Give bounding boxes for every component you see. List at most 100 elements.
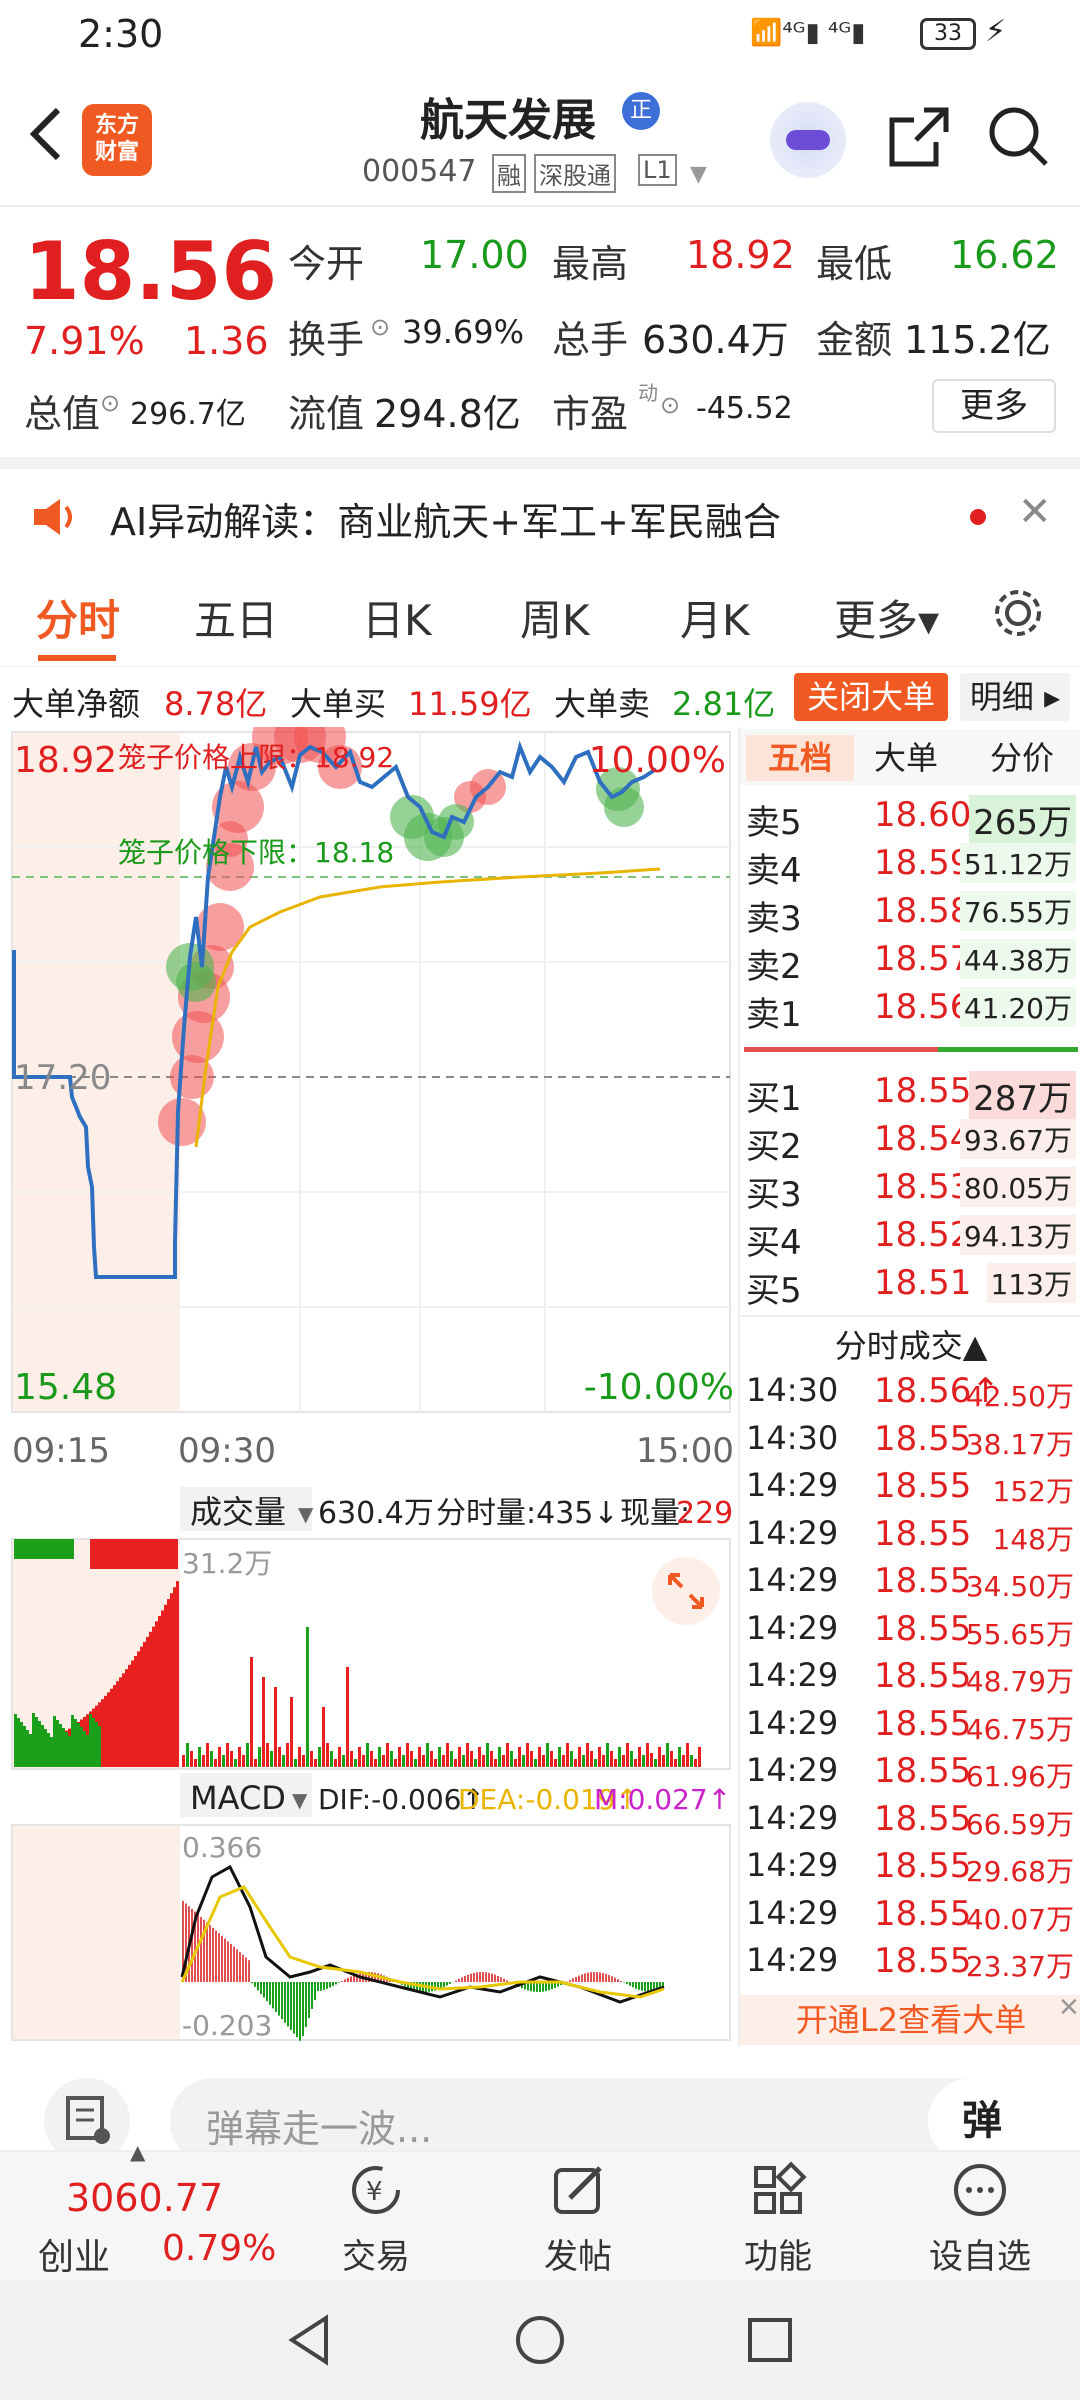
bid-row[interactable]: 买5 18.51 113万	[740, 1261, 1080, 1311]
volume-bar	[494, 1759, 497, 1767]
tag-level[interactable]: L1	[638, 154, 677, 186]
volume-bar	[394, 1759, 397, 1767]
bid-level-volume: 93.67万	[959, 1119, 1076, 1159]
close-icon[interactable]: ✕	[1058, 1993, 1080, 2023]
info-icon[interactable]: ⊙	[370, 313, 390, 341]
volume-bar	[125, 1669, 128, 1767]
bid-level-volume: 113万	[986, 1263, 1076, 1303]
bid-level-volume: 287万	[969, 1071, 1076, 1120]
close-big-order-button[interactable]: 关闭大单	[794, 673, 948, 721]
volume-bar	[518, 1747, 521, 1767]
info-icon[interactable]: ⊙	[100, 389, 120, 417]
tab-five-day[interactable]: 五日	[194, 587, 278, 648]
trade-list[interactable]: 14:30 18.56↑ 42.50万 14:30 18.55 38.17万 14:29 18…	[740, 1371, 1080, 1991]
average-price-line	[194, 867, 661, 1148]
more-button[interactable]: 更多	[932, 379, 1056, 433]
macd-bar	[344, 1979, 346, 1982]
tab-daily[interactable]: 日K	[362, 587, 432, 648]
volume-bar	[358, 1747, 361, 1767]
tab-monthly[interactable]: 月K	[680, 587, 750, 648]
volume-bar	[164, 1604, 167, 1767]
back-icon[interactable]	[22, 104, 72, 164]
ask-row[interactable]: 卖1 18.56 41.20万	[740, 985, 1080, 1035]
big-sell-label: 大单卖	[554, 685, 651, 723]
ask-level-volume: 76.55万	[959, 891, 1076, 931]
chevron-up-icon[interactable]: ▲	[130, 2140, 145, 2164]
macd-bar	[482, 1972, 484, 1982]
chevron-down-icon[interactable]: ▼	[690, 162, 707, 187]
tab-big-orders[interactable]: 大单	[874, 735, 938, 781]
volume-bar	[670, 1751, 673, 1767]
ask-level-volume: 44.38万	[959, 939, 1076, 979]
ask-row[interactable]: 卖5 18.60 265万	[740, 793, 1080, 844]
trade-row: 14:29 18.55 61.96万	[740, 1751, 1080, 1797]
l2-upsell-button[interactable]: 开通L2查看大单	[740, 1995, 1080, 2045]
bid-row[interactable]: 买2 18.54 93.67万	[740, 1117, 1080, 1167]
close-icon[interactable]: ✕	[1018, 489, 1052, 535]
bid-row[interactable]: 买1 18.55 287万	[740, 1069, 1080, 1120]
ask-row[interactable]: 卖4 18.59 51.12万	[740, 841, 1080, 891]
ask-row[interactable]: 卖3 18.58 76.55万	[740, 889, 1080, 939]
trade-row: 14:29 18.55 34.50万	[740, 1561, 1080, 1607]
volume-bar	[450, 1751, 453, 1767]
detail-button[interactable]: 明细 ▸	[960, 673, 1070, 721]
ask-level-price: 18.58	[874, 891, 972, 931]
trade-volume: 38.17万	[965, 1427, 1074, 1461]
settings-gear-icon[interactable]	[990, 585, 1046, 645]
nav-trade[interactable]: ¥ 交易	[306, 2160, 446, 2278]
volume-bar	[562, 1755, 565, 1767]
macd-bar	[278, 1982, 280, 2016]
bid-level-price: 18.51	[874, 1263, 972, 1303]
chevron-down-icon: ▼	[298, 1502, 314, 1526]
volume-bar	[278, 1747, 281, 1767]
eastmoney-logo[interactable]: 东方 财富	[82, 104, 152, 176]
bid-level-label: 买2	[746, 1127, 802, 1167]
bid-row[interactable]: 买3 18.53 80.05万	[740, 1165, 1080, 1215]
nav-back-icon[interactable]	[280, 2310, 340, 2370]
intraday-chart[interactable]: 18.92 17.20 15.48 10.00% -10.00% 笼子价格上限：…	[0, 709, 735, 2047]
volume-bar	[618, 1747, 621, 1767]
trade-price: 18.55	[874, 1893, 972, 1934]
macd-bar	[440, 1982, 442, 1989]
volume-bar	[14, 1714, 17, 1767]
volume-bar	[128, 1664, 131, 1767]
search-icon[interactable]	[984, 102, 1054, 176]
nav-home-icon[interactable]	[510, 2310, 570, 2370]
tab-five-levels[interactable]: 五档	[746, 735, 854, 781]
trade-icon: ¥	[352, 2166, 400, 2214]
volume-bar	[638, 1747, 641, 1767]
volume-bar	[582, 1755, 585, 1767]
trade-time: 14:29	[746, 1751, 839, 1789]
volume-bar	[650, 1753, 653, 1767]
nav-post[interactable]: 发帖	[508, 2160, 648, 2278]
share-icon[interactable]	[884, 102, 954, 176]
volume-bar	[482, 1755, 485, 1767]
tab-price-split[interactable]: 分价	[990, 735, 1054, 781]
index-value[interactable]: 3060.77	[66, 2176, 223, 2220]
tab-weekly[interactable]: 周K	[520, 587, 590, 648]
ask-level-volume: 265万	[969, 795, 1076, 844]
ai-banner[interactable]: AI异动解读：商业航天+军工+军民融合 ✕	[0, 457, 1080, 557]
nav-add-watchlist[interactable]: 设自选	[910, 2160, 1050, 2278]
volume-bar	[218, 1747, 221, 1767]
trade-price: 18.55	[874, 1513, 972, 1554]
index-name[interactable]: 创业	[38, 2228, 110, 2280]
tab-intraday[interactable]: 分时	[36, 587, 120, 648]
assistant-avatar-icon[interactable]	[770, 102, 846, 178]
trade-list-title[interactable]: 分时成交▲	[740, 1315, 1080, 1365]
bid-row[interactable]: 买4 18.52 94.13万	[740, 1213, 1080, 1263]
info-icon[interactable]: ⊙	[660, 391, 680, 419]
chart-area: 18.92 17.20 15.48 10.00% -10.00% 笼子价格上限：…	[0, 709, 735, 2047]
volume-bar	[662, 1755, 665, 1767]
tab-more[interactable]: 更多▾	[834, 587, 939, 648]
trade-row: 14:29 18.55 152万	[740, 1466, 1080, 1512]
index-percent[interactable]: 0.79%	[162, 2228, 276, 2269]
ask-ratio-bar	[744, 1047, 938, 1052]
macd-bar	[260, 1982, 262, 1994]
nav-recents-icon[interactable]	[740, 2310, 800, 2370]
macd-bar	[497, 1975, 499, 1982]
nav-functions[interactable]: 功能	[708, 2160, 848, 2278]
volume-bar	[32, 1713, 35, 1767]
macd-pre-area	[12, 1825, 180, 2040]
ask-row[interactable]: 卖2 18.57 44.38万	[740, 937, 1080, 987]
